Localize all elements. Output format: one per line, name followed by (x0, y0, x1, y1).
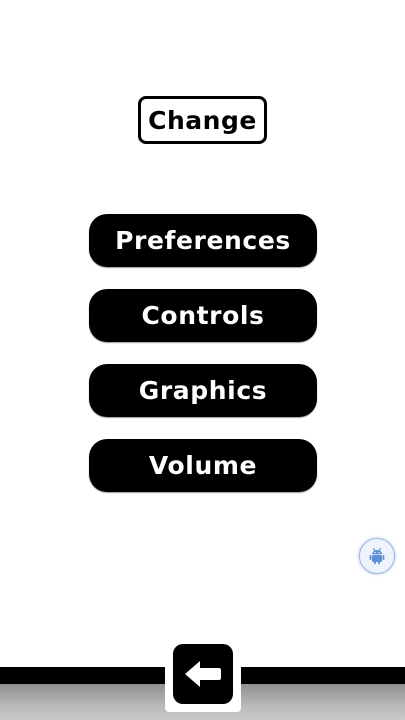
page-title: Change (148, 105, 257, 135)
arrow-left-icon (185, 661, 221, 687)
volume-button-label: Volume (148, 451, 258, 480)
floating-assistant-button[interactable] (359, 538, 395, 574)
controls-button-label: Controls (141, 301, 265, 330)
back-button-face (173, 644, 233, 704)
preferences-button-label: Preferences (115, 226, 291, 255)
android-icon (369, 547, 385, 565)
back-button[interactable] (165, 636, 241, 712)
volume-button[interactable]: Volume (89, 439, 317, 492)
graphics-button[interactable]: Graphics (89, 364, 317, 417)
controls-button[interactable]: Controls (89, 289, 317, 342)
preferences-button[interactable]: Preferences (89, 214, 317, 267)
graphics-button-label: Graphics (138, 376, 268, 405)
settings-screen: Change Preferences Controls Graphics Vol… (0, 0, 405, 720)
page-title-box: Change (138, 96, 267, 144)
